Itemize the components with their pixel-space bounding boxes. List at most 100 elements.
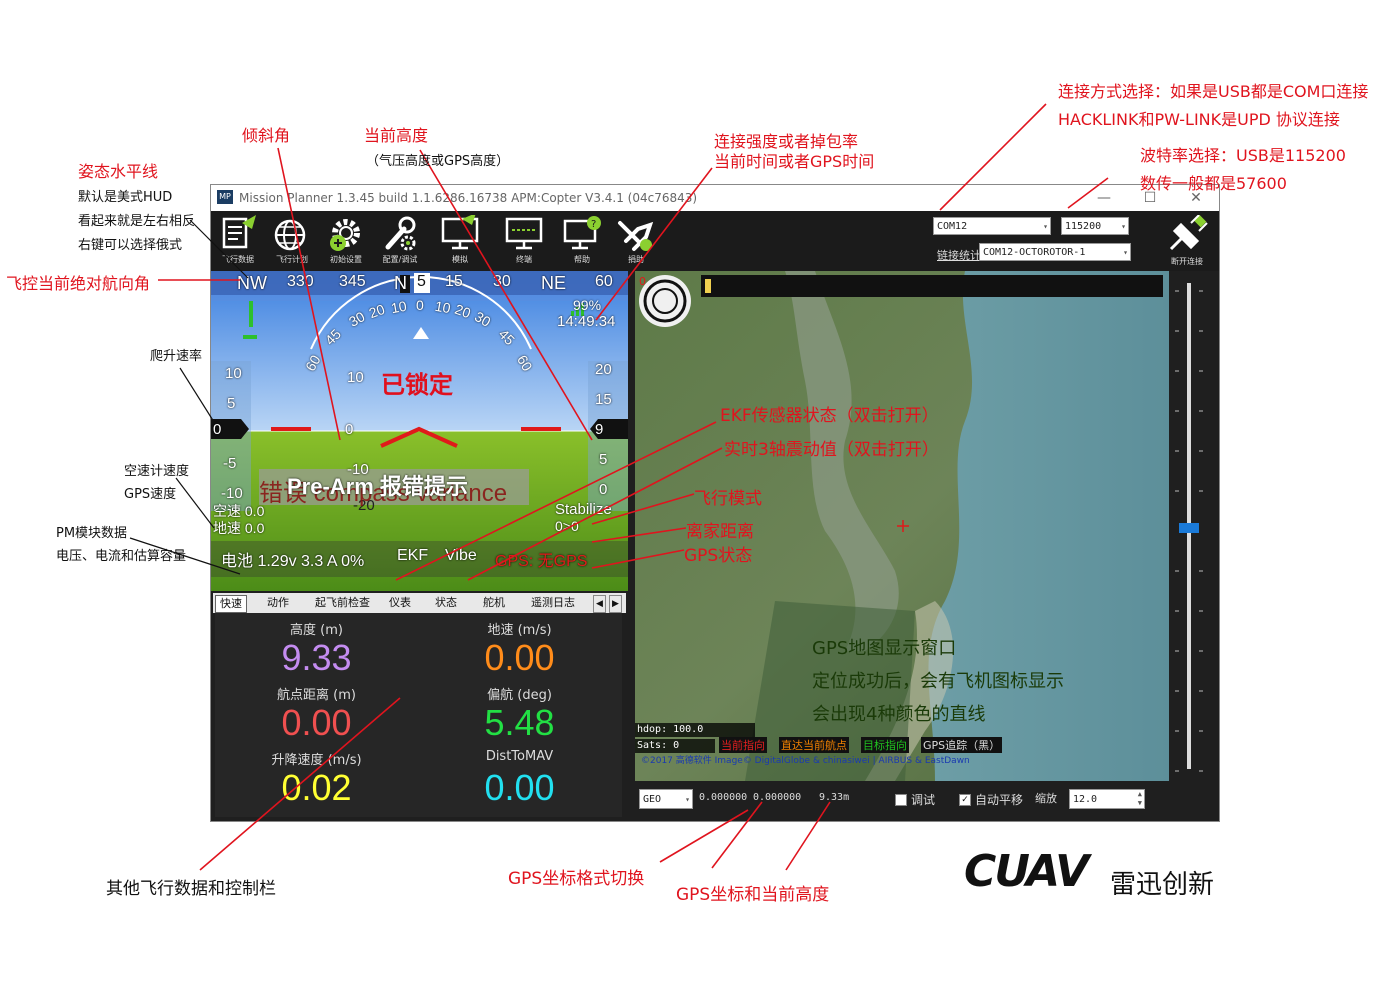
zoom-slider[interactable]: [1169, 271, 1219, 781]
annotation-map2: 定位成功后，会有飞机图标显示: [812, 671, 1064, 692]
slider-ticks: [1175, 290, 1203, 772]
climb-rate-value: 0: [213, 421, 222, 438]
map-sats: Sats: 0: [637, 740, 680, 751]
autopan-checkbox[interactable]: ✓: [959, 794, 971, 806]
annotation-airspeed: 空速计速度: [124, 464, 190, 479]
annotation-map1: GPS地图显示窗口: [812, 638, 957, 659]
tab-servo[interactable]: 舵机: [479, 595, 509, 611]
window-title: Mission Planner 1.3.45 build 1.1.6286.16…: [239, 191, 698, 205]
legend-current-wp: 直达当前航点: [779, 737, 849, 753]
svg-text:?: ?: [591, 219, 596, 230]
tab-gauges[interactable]: 仪表: [385, 595, 415, 611]
toolbar-label: 初始设置: [330, 255, 362, 264]
toolbar-label: 终端: [516, 255, 532, 264]
tab-scroll-right-icon[interactable]: ▶: [609, 595, 622, 613]
help-button[interactable]: ? 帮助: [555, 213, 609, 269]
heading-tape-30: 30: [493, 273, 511, 290]
heading-tape-345: 345: [339, 273, 366, 290]
simulation-icon: [441, 215, 479, 250]
zoom-label: 缩放: [1035, 792, 1057, 805]
toolbar-label: 飞行计划: [276, 255, 308, 264]
heading-tape-nw: NW: [237, 273, 267, 293]
port-select[interactable]: COM12 ▾: [933, 217, 1051, 235]
main-toolbar: 飞行数据 飞行计划 初始设置 配置/调试 模拟 终端 ? 帮助 捐助 COM12…: [211, 211, 1219, 271]
chevron-down-icon: ▾: [1043, 222, 1048, 231]
tab-scroll-left-icon[interactable]: ◀: [593, 595, 606, 613]
app-logo-icon: MP: [217, 190, 233, 204]
armed-status: 已锁定: [381, 372, 453, 399]
port-value: COM12: [937, 221, 968, 232]
tab-preflight[interactable]: 起飞前检查: [311, 595, 374, 611]
quick-value-altitude: 9.33: [281, 637, 352, 678]
right-tape-15: 15: [595, 391, 612, 408]
tab-status[interactable]: 状态: [431, 595, 461, 611]
legend-gps-track: GPS追踪（黑）: [921, 737, 1003, 753]
donate-button[interactable]: 捐助: [609, 213, 663, 269]
left-tape-neg10: -10: [221, 485, 243, 502]
home-distance: 0>0: [555, 518, 579, 534]
prearm-error-overlay: Pre-Arm 报错提示: [287, 474, 468, 499]
map-status-bar: GEO ▾ 0.000000 0.000000 9.33m 调试 ✓ 自动平移 缩…: [635, 781, 1219, 821]
link-stats-link[interactable]: 链接统计: [937, 247, 981, 263]
chevron-down-icon: ▾: [1123, 248, 1128, 257]
initial-setup-button[interactable]: 初始设置: [319, 213, 373, 269]
link-select[interactable]: COM12-OCTOROTOR-1 ▾: [979, 243, 1131, 261]
heading-tape-ne: NE: [541, 273, 567, 293]
annotation-home: 离家距离: [686, 522, 754, 542]
heading-value: 5: [417, 273, 426, 290]
quick-value-groundspeed: 0.00: [484, 637, 555, 678]
quick-label-yaw: 偏航 (deg): [487, 688, 552, 703]
initial-setup-icon: [330, 219, 360, 251]
tab-quick[interactable]: 快速: [215, 595, 247, 613]
tab-telemetry-logs[interactable]: 遥测日志: [527, 595, 579, 611]
baud-select[interactable]: 115200 ▾: [1061, 217, 1129, 235]
toolbar-label: 飞行数据: [222, 255, 254, 264]
flight-plan-button[interactable]: 飞行计划: [265, 213, 319, 269]
annotation-attitude: 姿态水平线: [78, 162, 159, 181]
annotation-attitude-note3: 右键可以选择俄式: [78, 238, 183, 253]
simulation-button[interactable]: 模拟: [433, 213, 487, 269]
terminal-icon: [505, 217, 543, 250]
battery-status: 电池 1.29v 3.3 A 0%: [221, 553, 365, 570]
annotation-gps: GPS状态: [684, 546, 753, 566]
annotation-altitude-note: （气压高度或GPS高度）: [366, 154, 510, 169]
link-value: COM12-OCTOROTOR-1: [983, 247, 1086, 258]
ekf-button[interactable]: EKF: [397, 547, 428, 565]
config-tuning-icon: [385, 216, 416, 251]
config-tuning-button[interactable]: 配置/调试: [373, 213, 427, 269]
coord-format-select[interactable]: GEO ▾: [639, 789, 693, 809]
disconnect-button[interactable]: 断开连接: [1161, 213, 1213, 269]
flight-data-button[interactable]: 飞行数据: [211, 213, 265, 269]
brand-name: 雷迅创新: [1110, 870, 1215, 900]
data-tabs: 快速 动作 起飞前检查 仪表 状态 舵机 遥测日志 ◀ ▶: [213, 593, 626, 613]
annotation-pm2: 电压、电流和估算容量: [56, 549, 187, 564]
quick-label-groundspeed: 地速 (m/s): [487, 623, 552, 638]
zoom-value: 12.0: [1073, 794, 1098, 805]
terminal-button[interactable]: 终端: [497, 213, 551, 269]
annotation-attitude-note2: 看起来就是左右相反: [78, 214, 196, 229]
roll-scale-10r: 10: [433, 297, 452, 317]
zoom-stepper[interactable]: 12.0 ▲ ▼: [1069, 789, 1145, 809]
toolbar-label: 模拟: [452, 255, 468, 264]
annotation-other: 其他飞行数据和控制栏: [106, 879, 276, 899]
annotation-link2: 当前时间或者GPS时间: [714, 152, 875, 171]
debug-checkbox[interactable]: [895, 794, 907, 806]
quick-value-vertical-speed: 0.02: [281, 767, 352, 808]
map-lat: 0.000000: [699, 792, 748, 803]
quick-value-yaw: 5.48: [484, 702, 555, 743]
coord-format-value: GEO: [643, 794, 662, 805]
hud-time: 14:49:34: [557, 313, 616, 330]
quick-value-wp-distance: 0.00: [281, 702, 352, 743]
heading-tape-15: 15: [445, 273, 463, 290]
vibe-button[interactable]: Vibe: [445, 547, 477, 565]
quick-label-wp-distance: 航点距离 (m): [277, 688, 356, 703]
link-quality: 99%: [573, 297, 602, 313]
chevron-down-icon: ▾: [685, 795, 690, 804]
left-tape-5: 5: [227, 395, 236, 412]
flight-mode: Stabilize: [555, 501, 612, 518]
minimize-button[interactable]: —: [1089, 188, 1119, 208]
hud[interactable]: NW 330 345 N 5 15 30 NE 60 60 45 30 20 1…: [211, 271, 628, 591]
left-tape-10: 10: [225, 365, 242, 382]
flight-data-icon: [222, 215, 256, 249]
tab-actions[interactable]: 动作: [263, 595, 293, 611]
